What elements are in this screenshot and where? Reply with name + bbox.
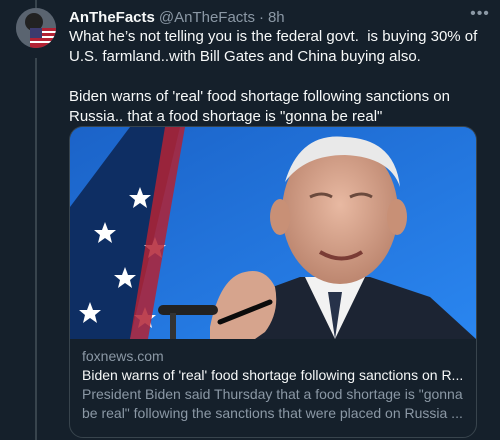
link-card[interactable]: foxnews.com Biden warns of 'real' food s… xyxy=(69,126,477,438)
thread-connector xyxy=(35,58,37,440)
card-domain: foxnews.com xyxy=(82,348,164,364)
avatar[interactable] xyxy=(16,8,56,48)
thread-connector-top xyxy=(35,0,37,8)
tweet-header: AnTheFacts @AnTheFacts · 8h xyxy=(69,8,482,26)
separator-dot: · xyxy=(258,8,264,26)
timestamp[interactable]: 8h xyxy=(268,9,285,26)
author-handle[interactable]: @AnTheFacts xyxy=(159,9,255,26)
more-options-icon[interactable]: ••• xyxy=(470,5,490,22)
card-title[interactable]: Biden warns of 'real' food shortage foll… xyxy=(82,366,464,385)
card-description: President Biden said Thursday that a foo… xyxy=(82,386,463,421)
author-name[interactable]: AnTheFacts xyxy=(69,9,155,26)
tweet-text: What he’s not telling you is the federal… xyxy=(69,28,478,125)
card-image xyxy=(70,127,476,339)
